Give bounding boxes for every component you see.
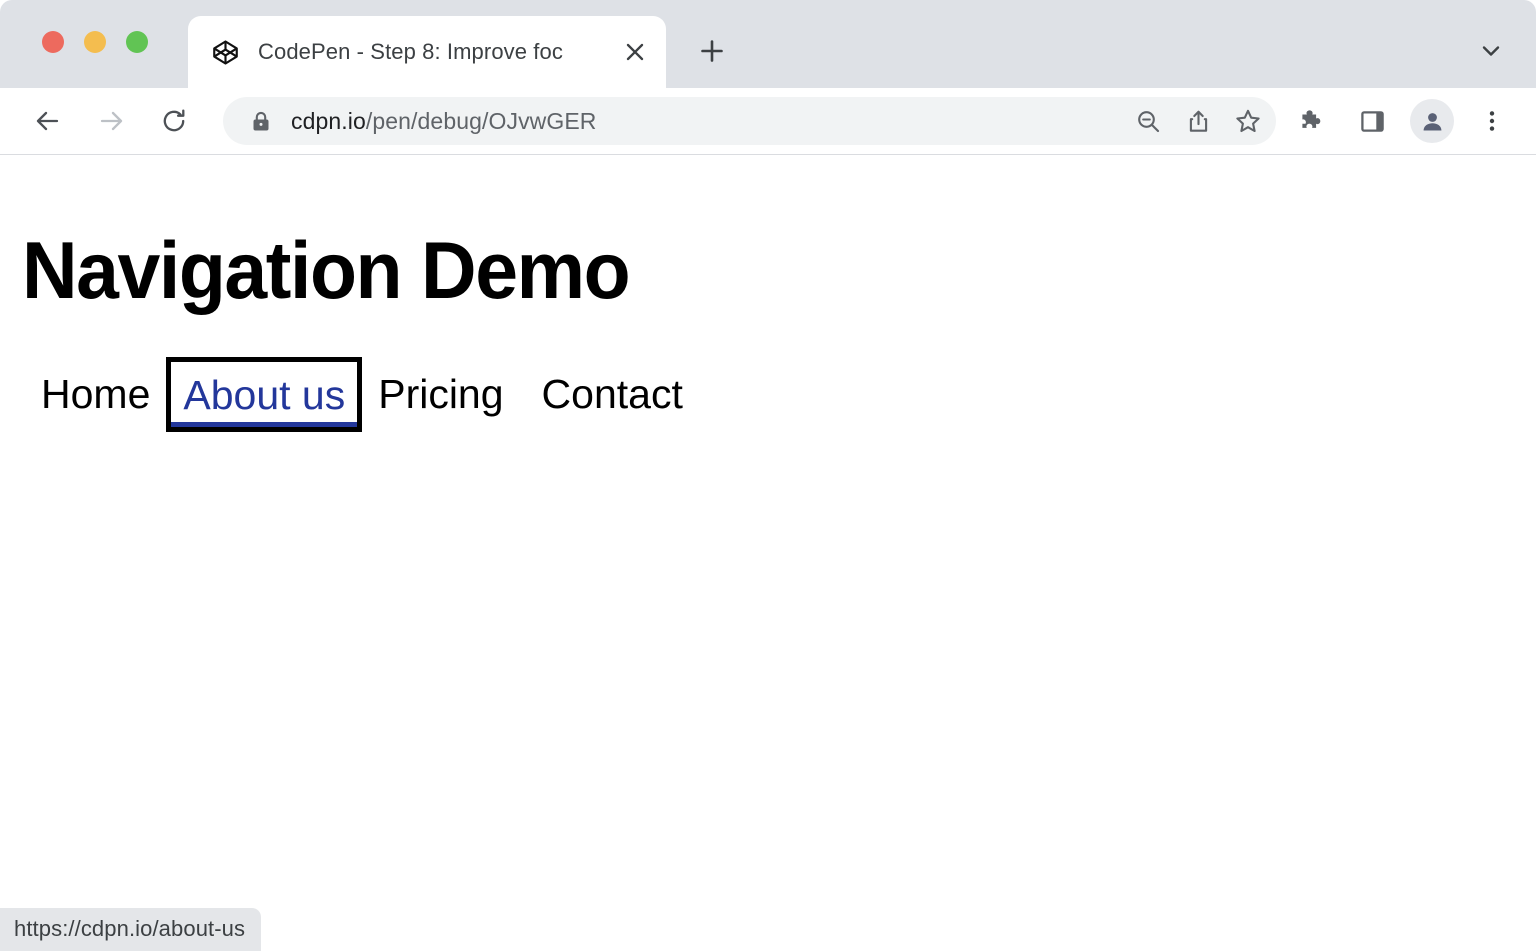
window-controls bbox=[42, 31, 148, 53]
browser-toolbar: cdpn.io/pen/debug/OJvwGER bbox=[0, 88, 1536, 155]
close-window-button[interactable] bbox=[42, 31, 64, 53]
omnibox-actions bbox=[1126, 99, 1270, 143]
url-host: cdpn.io bbox=[291, 108, 366, 134]
reload-button[interactable] bbox=[148, 95, 200, 147]
browser-tab-active[interactable]: CodePen - Step 8: Improve foc bbox=[188, 16, 666, 88]
profile-avatar[interactable] bbox=[1410, 99, 1454, 143]
tab-title: CodePen - Step 8: Improve foc bbox=[258, 39, 612, 65]
bookmark-star-icon[interactable] bbox=[1226, 99, 1270, 143]
nav-link-contact[interactable]: Contact bbox=[523, 374, 702, 415]
lock-icon[interactable] bbox=[251, 109, 271, 133]
codepen-logo-icon bbox=[210, 37, 240, 67]
url-text: cdpn.io/pen/debug/OJvwGER bbox=[291, 108, 1126, 135]
share-icon[interactable] bbox=[1176, 99, 1220, 143]
page-title: Navigation Demo bbox=[22, 231, 1460, 312]
chevron-down-icon[interactable] bbox=[1468, 28, 1514, 74]
side-panel-icon[interactable] bbox=[1350, 99, 1394, 143]
page-viewport: Navigation Demo Home About us Pricing Co… bbox=[0, 155, 1536, 951]
tab-strip: CodePen - Step 8: Improve foc bbox=[0, 0, 1536, 88]
site-navigation: Home About us Pricing Contact bbox=[22, 362, 1536, 427]
forward-button[interactable] bbox=[85, 95, 137, 147]
url-path: /pen/debug/OJvwGER bbox=[366, 108, 597, 134]
extensions-puzzle-icon[interactable] bbox=[1290, 99, 1334, 143]
three-dot-menu-icon[interactable] bbox=[1470, 99, 1514, 143]
minimize-window-button[interactable] bbox=[84, 31, 106, 53]
address-bar[interactable]: cdpn.io/pen/debug/OJvwGER bbox=[223, 97, 1276, 145]
nav-link-about-us[interactable]: About us bbox=[171, 362, 357, 427]
close-tab-icon[interactable] bbox=[612, 29, 658, 75]
toolbar-actions bbox=[1290, 99, 1514, 143]
maximize-window-button[interactable] bbox=[126, 31, 148, 53]
status-bar-link-preview: https://cdpn.io/about-us bbox=[0, 908, 261, 951]
nav-link-home[interactable]: Home bbox=[22, 374, 169, 415]
back-button[interactable] bbox=[22, 95, 74, 147]
nav-link-pricing[interactable]: Pricing bbox=[359, 374, 522, 415]
new-tab-button[interactable] bbox=[686, 25, 738, 77]
browser-window: CodePen - Step 8: Improve foc bbox=[0, 0, 1536, 952]
zoom-out-icon[interactable] bbox=[1126, 99, 1170, 143]
